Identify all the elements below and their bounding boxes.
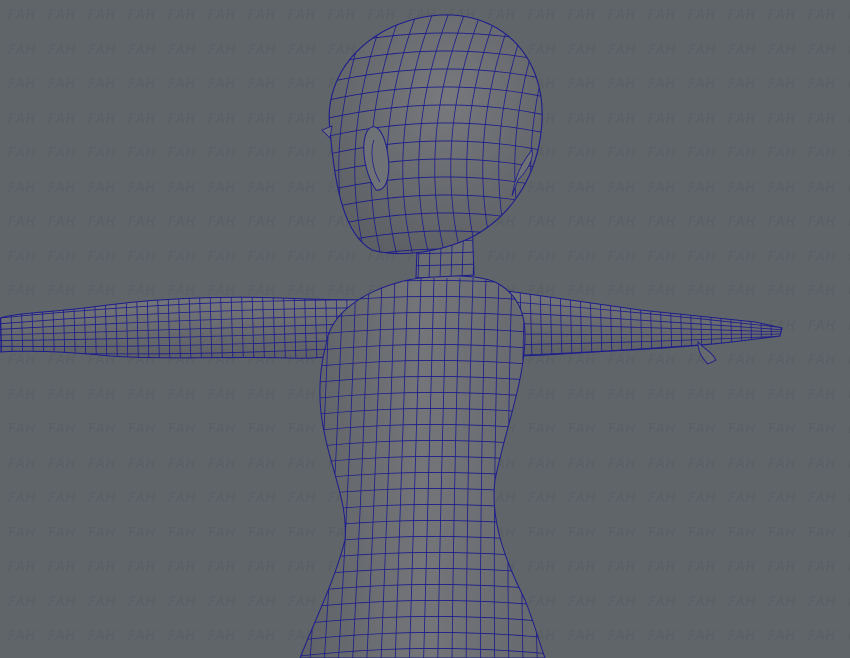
far-ear-tip (321, 125, 333, 139)
head-mesh (321, 14, 543, 255)
torso-mesh (299, 275, 546, 658)
3d-viewport[interactable]: FAH FAH FAH FAH FAH FAH FAH FAH FAH FAH FAH FAH FAH F… (0, 0, 850, 658)
thumb-mesh (697, 340, 717, 365)
character-mesh[interactable] (0, 0, 850, 658)
right-arm-mesh (499, 289, 783, 365)
